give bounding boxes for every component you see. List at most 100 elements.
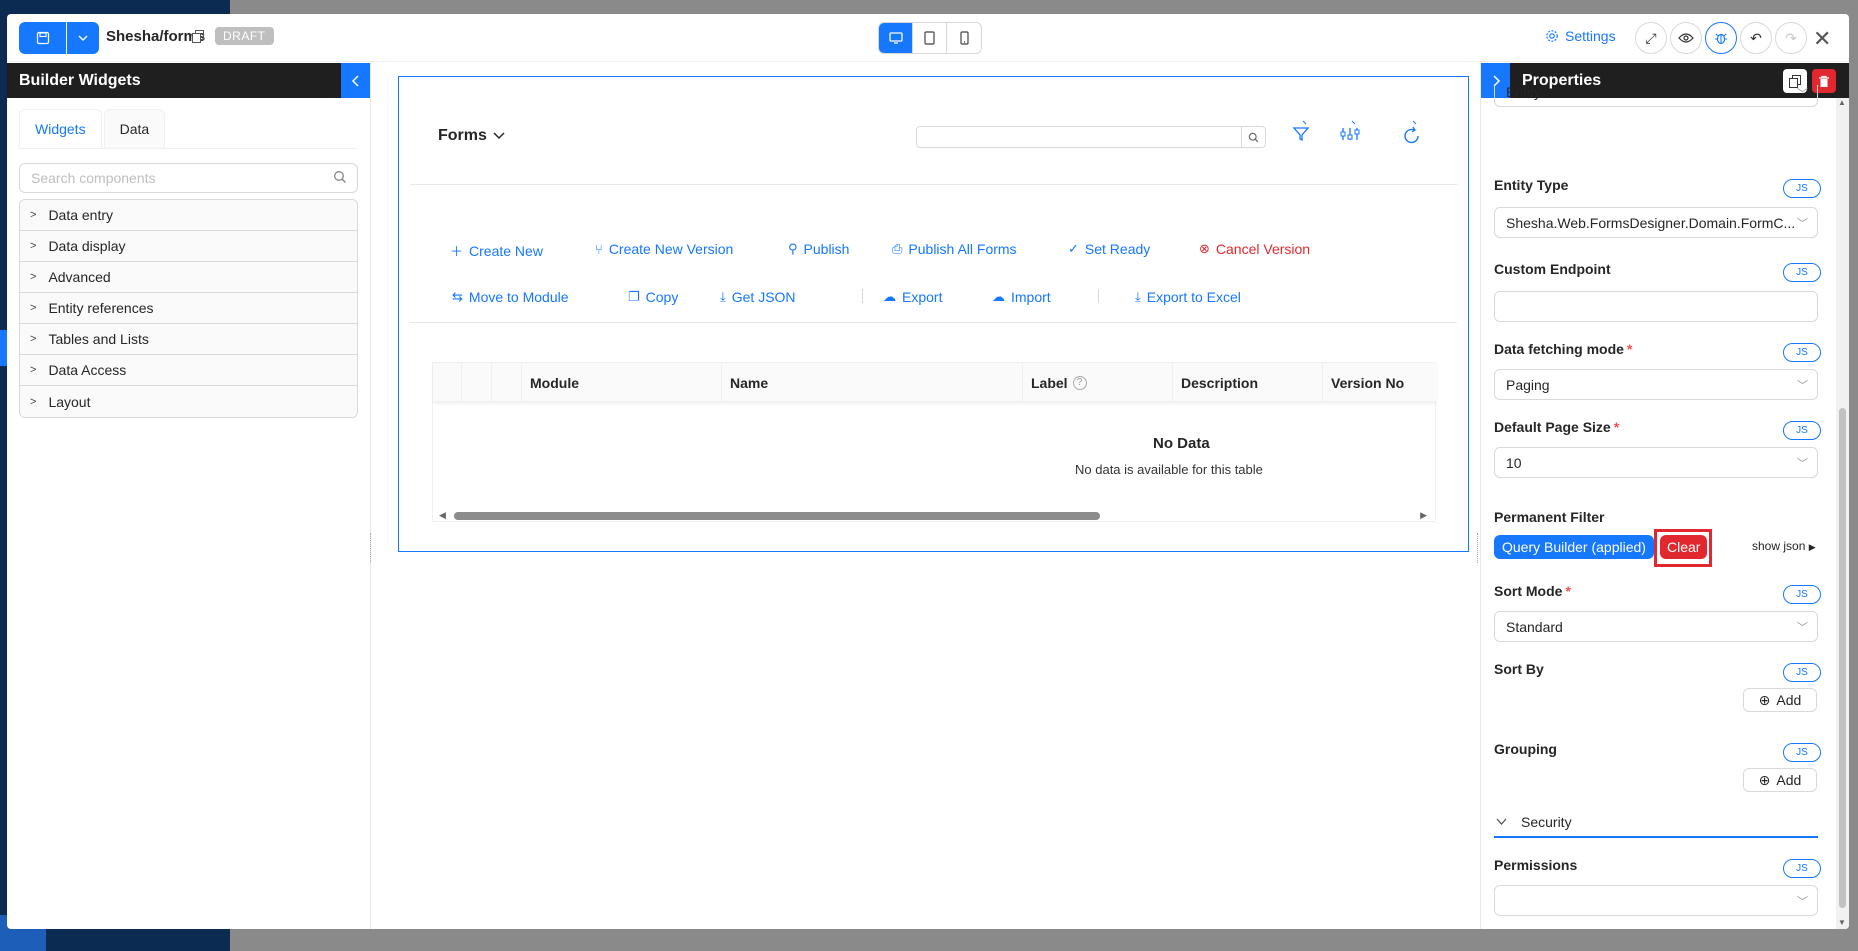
js-toggle-button[interactable]: JS — [1783, 263, 1821, 282]
preview-eye-icon[interactable] — [1670, 22, 1702, 54]
quick-search-input[interactable] — [916, 126, 1266, 148]
header-actions: ⤢ ↶ ↷ — [1635, 22, 1807, 54]
add-sort-button[interactable]: ⊕ Add — [1743, 688, 1817, 712]
category-layout[interactable]: > Layout — [20, 386, 357, 417]
debug-bug-icon[interactable] — [1705, 22, 1737, 54]
designer-header: Shesha/forms DRAFT Settings ⤢ ↶ ↷ ✕ — [7, 14, 1849, 62]
js-toggle-button[interactable]: JS — [1783, 663, 1821, 682]
category-advanced[interactable]: > Advanced — [20, 262, 357, 293]
create-new-button[interactable]: ＋ Create New — [450, 241, 543, 260]
custom-endpoint-label: Custom Endpoint — [1494, 261, 1611, 277]
copy-button[interactable]: ❐ Copy — [628, 289, 678, 305]
entity-source-select[interactable]: Entity ﹀ — [1494, 84, 1818, 107]
security-section-header[interactable]: Security — [1494, 808, 1818, 838]
button-label: Move to Module — [468, 289, 569, 305]
redo-icon[interactable]: ↷ — [1775, 22, 1807, 54]
refresh-icon[interactable] — [1403, 120, 1421, 149]
column-version-no[interactable]: Version No — [1323, 363, 1437, 402]
copy-icon[interactable] — [192, 30, 204, 46]
form-component-frame[interactable]: Forms ＋ Create New ⑂ Create New Version … — [398, 76, 1469, 552]
empty-state-subtitle: No data is available for this table — [1075, 462, 1263, 477]
add-grouping-button[interactable]: ⊕ Add — [1743, 768, 1817, 792]
collapse-left-panel-button[interactable] — [341, 63, 370, 98]
filter-icon[interactable] — [1292, 120, 1310, 147]
scroll-up-arrow-icon[interactable]: ▲ — [1838, 98, 1846, 107]
entity-type-label: Entity Type — [1494, 177, 1569, 193]
form-toolbar: ＋ Create New ⑂ Create New Version ⚲ Publish… — [410, 205, 1457, 323]
category-data-access[interactable]: > Data Access — [20, 355, 357, 386]
clear-filter-button[interactable]: Clear — [1660, 535, 1708, 559]
chevron-right-icon: > — [30, 302, 37, 314]
table-header-cell — [492, 363, 522, 402]
js-toggle-button[interactable]: JS — [1783, 743, 1821, 762]
button-label: Export to Excel — [1146, 289, 1241, 305]
show-json-label: show json — [1752, 539, 1806, 553]
publish-all-forms-button[interactable]: ⎙ Publish All Forms — [892, 241, 1017, 257]
cancel-version-button[interactable]: ⊗ Cancel Version — [1199, 241, 1310, 257]
button-label: Copy — [645, 289, 679, 305]
toolbar-divider — [1098, 289, 1099, 303]
properties-panel: Properties Entity ﹀ Entity Type JS Shesh… — [1480, 63, 1849, 929]
scroll-down-arrow-icon[interactable]: ▼ — [1838, 918, 1846, 927]
query-builder-button[interactable]: Query Builder (applied) — [1494, 535, 1654, 559]
search-placeholder: Search components — [31, 170, 156, 186]
sort-mode-select[interactable]: Standard ﹀ — [1494, 611, 1818, 642]
data-fetching-mode-select[interactable]: Paging ﹀ — [1494, 369, 1818, 400]
category-entity-references[interactable]: > Entity references — [20, 293, 357, 324]
entity-type-select[interactable]: Shesha.Web.FormsDesigner.Domain.FormC...… — [1494, 207, 1818, 238]
js-toggle-button[interactable]: JS — [1783, 421, 1821, 440]
export-to-excel-button[interactable]: ⤓ Export to Excel — [1135, 289, 1241, 305]
js-toggle-button[interactable]: JS — [1783, 859, 1821, 878]
forms-title-dropdown[interactable]: Forms — [438, 127, 505, 145]
question-circle-icon: ? — [1072, 375, 1087, 390]
properties-scrollbar[interactable]: ▲ ▼ — [1836, 98, 1849, 929]
column-module[interactable]: Module — [522, 363, 722, 402]
download-icon: ⤓ — [1135, 289, 1141, 304]
chevron-down-icon: ﹀ — [1797, 88, 1808, 100]
column-label[interactable]: Label ? — [1023, 363, 1173, 402]
column-name[interactable]: Name — [722, 363, 1023, 402]
column-settings-icon[interactable] — [1340, 120, 1360, 147]
scrollbar-thumb[interactable] — [1839, 408, 1846, 908]
default-page-size-select[interactable]: 10 ﹀ — [1494, 447, 1818, 478]
scroll-left-arrow-icon[interactable]: ◀ — [439, 510, 446, 521]
import-button[interactable]: ☁ Import — [992, 289, 1051, 305]
permissions-select[interactable]: ﹀ — [1494, 885, 1818, 916]
get-json-button[interactable]: ⤓ Get JSON — [720, 289, 796, 305]
tab-data[interactable]: Data — [103, 109, 166, 149]
tab-widgets[interactable]: Widgets — [19, 109, 102, 149]
desktop-view-button[interactable] — [879, 23, 913, 53]
set-ready-button[interactable]: ✓ Set Ready — [1068, 241, 1150, 257]
table-header-bar: Forms — [410, 90, 1457, 185]
scroll-right-arrow-icon[interactable]: ▶ — [1420, 510, 1427, 521]
search-icon[interactable] — [1241, 127, 1265, 147]
mobile-view-button[interactable] — [947, 23, 981, 53]
undo-icon[interactable]: ↶ — [1740, 22, 1772, 54]
scrollbar-thumb[interactable] — [454, 512, 1100, 520]
settings-button[interactable]: Settings — [1545, 28, 1616, 44]
category-data-entry[interactable]: > Data entry — [20, 200, 357, 231]
save-options-button[interactable] — [67, 22, 99, 54]
save-button[interactable] — [19, 22, 66, 54]
move-to-module-button[interactable]: ⇆ Move to Module — [452, 289, 569, 305]
js-toggle-button[interactable]: JS — [1783, 585, 1821, 604]
horizontal-scrollbar[interactable]: ◀ ▶ — [433, 510, 1437, 522]
data-fetching-mode-label: Data fetching mode * — [1494, 341, 1632, 357]
js-toggle-button[interactable]: JS — [1783, 179, 1821, 198]
export-button[interactable]: ☁ Export — [883, 289, 942, 305]
custom-endpoint-input[interactable] — [1494, 291, 1818, 322]
close-icon[interactable]: ✕ — [1813, 26, 1831, 52]
permissions-label: Permissions — [1494, 857, 1578, 873]
publish-button[interactable]: ⚲ Publish — [788, 241, 849, 257]
js-toggle-button[interactable]: JS — [1783, 343, 1821, 362]
select-value: Standard — [1506, 618, 1563, 635]
search-components-input[interactable]: Search components — [19, 163, 358, 193]
tablet-view-button[interactable] — [913, 23, 947, 53]
create-new-version-button[interactable]: ⑂ Create New Version — [595, 241, 733, 257]
button-label: Cancel Version — [1215, 241, 1311, 257]
column-description[interactable]: Description — [1173, 363, 1323, 402]
show-json-toggle[interactable]: show json ▶ — [1752, 539, 1816, 553]
category-tables-and-lists[interactable]: > Tables and Lists — [20, 324, 357, 355]
category-data-display[interactable]: > Data display — [20, 231, 357, 262]
expand-icon[interactable]: ⤢ — [1635, 22, 1667, 54]
